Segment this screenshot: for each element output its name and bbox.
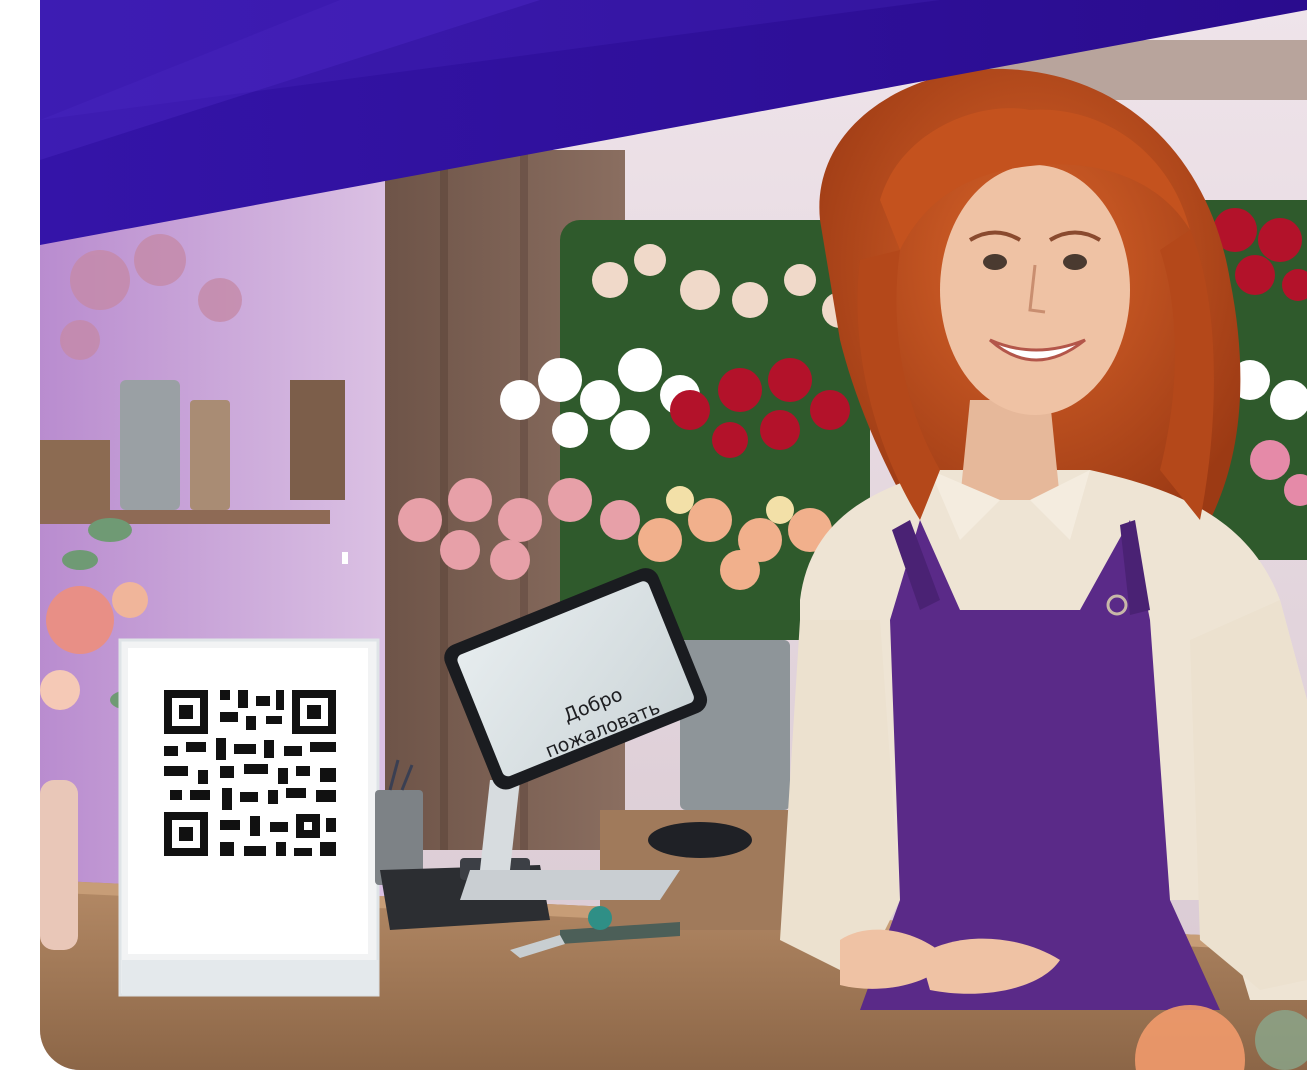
florist-scene	[40, 0, 1307, 1070]
mouse-icon	[648, 822, 752, 858]
qr-sign	[118, 638, 380, 997]
photo-card: Добро пожаловать	[40, 0, 1307, 1070]
